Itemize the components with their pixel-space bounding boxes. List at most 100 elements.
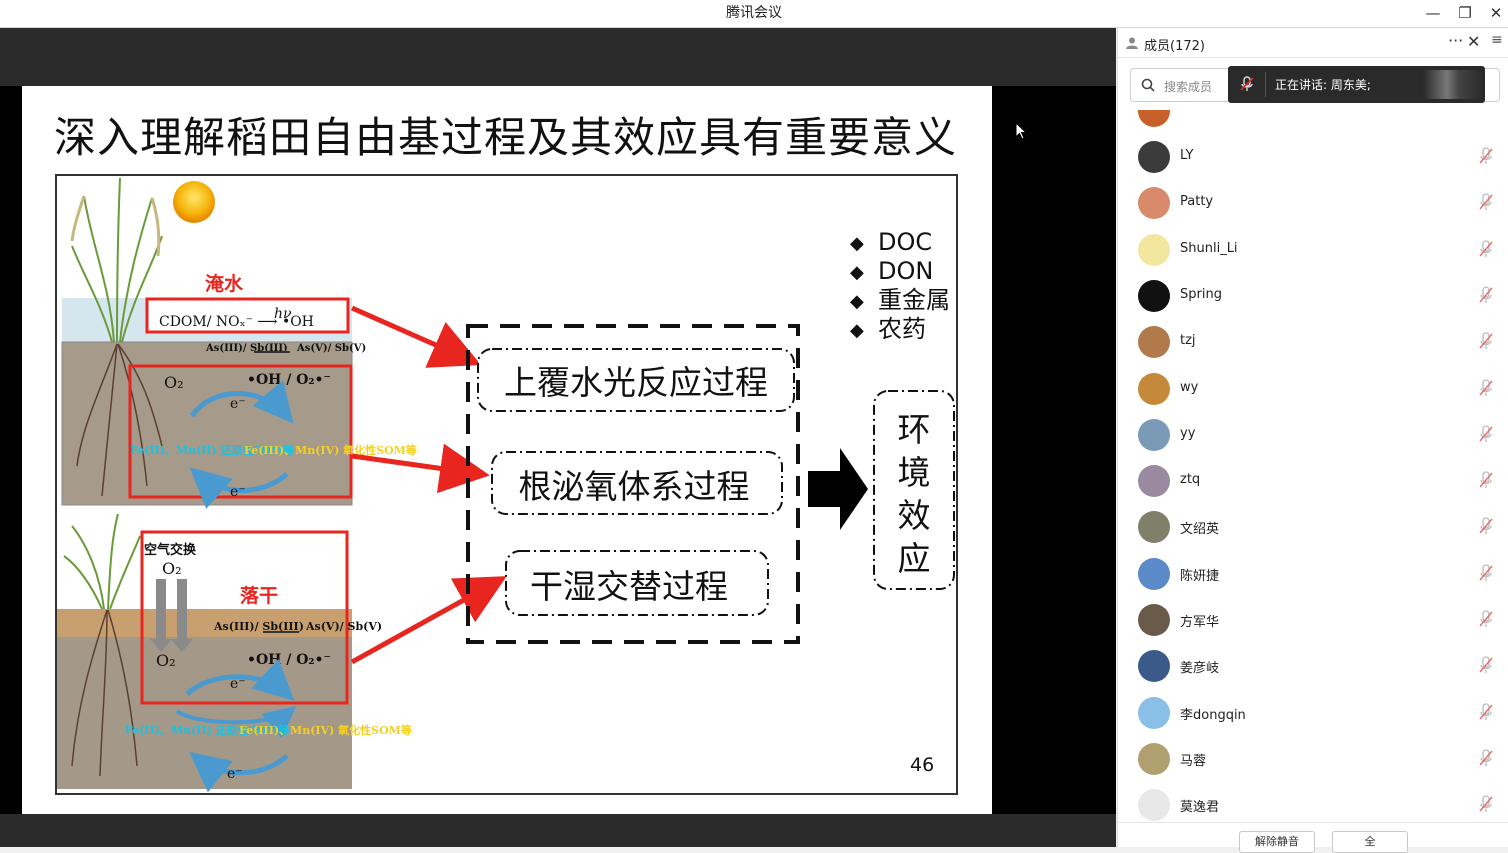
avatar — [1138, 742, 1170, 775]
as-sb-oxidized-lower: As(V)/ Sb(V) — [305, 620, 382, 633]
panel-menu-button[interactable]: ≡ — [1491, 32, 1503, 48]
unmute-all-button[interactable]: 解除静音 — [1239, 831, 1315, 853]
mic-muted-icon[interactable] — [1478, 286, 1494, 308]
member-row[interactable]: Patty — [1118, 180, 1508, 226]
fe-mn-oxidized-lower: Fe(III)、Mn(IV) 氧化性SOM等 — [239, 723, 412, 737]
member-row[interactable]: tzj — [1118, 319, 1508, 365]
member-row[interactable]: Spring — [1118, 273, 1508, 319]
speaking-waveform-icon — [1423, 70, 1483, 99]
mic-muted-icon[interactable] — [1478, 656, 1494, 678]
member-name: Spring — [1180, 286, 1222, 302]
member-row[interactable]: Shunli_Li — [1118, 227, 1508, 273]
member-name: 方军华 — [1180, 615, 1220, 630]
mic-muted-icon[interactable] — [1478, 795, 1494, 817]
air-exchange-label: 空气交换 — [144, 542, 197, 558]
o2-label-upper: O₂ — [164, 373, 184, 392]
page-number: 46 — [910, 754, 934, 776]
member-name: Patty — [1180, 194, 1214, 210]
avatar — [1138, 557, 1170, 590]
electron-label-upper-1: e⁻ — [230, 396, 246, 412]
stage-left-border — [0, 86, 22, 814]
mic-muted-icon[interactable] — [1478, 471, 1494, 493]
member-row[interactable]: ztq — [1118, 458, 1508, 504]
member-row[interactable]: 方军华 — [1118, 597, 1508, 643]
member-name: Shunli_Li — [1180, 240, 1238, 256]
member-row[interactable]: yy — [1118, 412, 1508, 458]
avatar — [1138, 326, 1170, 359]
mic-muted-icon[interactable] — [1478, 147, 1494, 169]
stage-top-band — [0, 28, 1116, 86]
avatar — [1138, 650, 1170, 683]
fe-mn-oxidized-upper: Fe(III)、Mn(IV) 氧化性SOM等 — [244, 443, 417, 457]
member-row[interactable]: 陈妍捷 — [1118, 551, 1508, 597]
electron-label-lower-2: e⁻ — [227, 766, 243, 782]
rice-plant-lower — [63, 513, 141, 610]
member-name: tzj — [1180, 333, 1196, 349]
mic-muted-icon[interactable] — [1478, 425, 1494, 447]
member-row[interactable]: 马蓉 — [1118, 736, 1508, 782]
member-row[interactable]: 姜彦岐 — [1118, 643, 1508, 689]
mic-muted-icon[interactable] — [1478, 193, 1494, 215]
member-row[interactable]: LY — [1118, 134, 1508, 180]
member-row[interactable]: 李dongqin — [1118, 690, 1508, 736]
o2-label-lower: O₂ — [156, 651, 176, 670]
effect-char-3: 效 — [898, 496, 931, 535]
member-row[interactable]: wy — [1118, 366, 1508, 412]
bullet-heavy-metal: 重金属 — [878, 286, 950, 314]
window-title: 腾讯会议 — [726, 5, 782, 21]
member-row[interactable]: 莫逸君 — [1118, 782, 1508, 822]
process-3-label: 干湿交替过程 — [530, 567, 728, 606]
mic-muted-icon[interactable] — [1478, 610, 1494, 632]
member-row-partial[interactable] — [1118, 110, 1508, 134]
mic-muted-icon[interactable] — [1478, 378, 1494, 401]
process-1-label: 上覆水光反应过程 — [504, 363, 768, 402]
avatar — [1138, 110, 1170, 127]
effect-char-1: 环 — [898, 410, 931, 449]
member-name: ztq — [1180, 472, 1201, 488]
flood-label: 淹水 — [205, 272, 244, 295]
panel-bottom-bar: 解除静音 全 — [1118, 822, 1508, 853]
member-name: 李dongqin — [1180, 707, 1246, 723]
mic-muted-icon[interactable] — [1478, 517, 1494, 539]
avatar — [1138, 511, 1170, 544]
shared-screen: 深入理解稻田自由基过程及其效应具有重要意义 淹水 落干 CDOM/ NOₓ⁻ ⟶… — [0, 28, 1116, 847]
stage-bottom-band — [0, 814, 1116, 847]
close-panel-button[interactable]: ✕ — [1467, 32, 1480, 51]
avatar — [1138, 279, 1170, 312]
hv-label: hν — [274, 306, 292, 322]
toast-separator — [1265, 72, 1266, 97]
member-row[interactable]: 文绍英 — [1118, 504, 1508, 550]
effect-char-4: 应 — [898, 539, 931, 578]
mic-muted-icon[interactable] — [1478, 749, 1494, 771]
mic-muted-icon — [1240, 76, 1254, 91]
avatar — [1138, 233, 1170, 266]
search-placeholder: 搜索成员 — [1164, 80, 1213, 94]
members-panel-header: 成员(172) ··· ✕ ≡ — [1118, 28, 1508, 58]
restore-button[interactable]: ❐ — [1452, 2, 1478, 24]
member-name: 姜彦岐 — [1180, 661, 1220, 677]
more-options-button[interactable]: ··· — [1448, 31, 1463, 50]
arrow-to-process-2 — [351, 443, 490, 494]
members-count-title: 成员(172) — [1144, 39, 1205, 54]
bullet-doc: DOC — [878, 228, 932, 256]
person-icon — [1126, 37, 1138, 49]
dry-label: 落干 — [240, 584, 278, 607]
mic-muted-icon[interactable] — [1478, 332, 1494, 354]
sun-icon — [173, 181, 215, 223]
title-bar: 腾讯会议 — ❐ ✕ — [0, 0, 1508, 28]
minimize-button[interactable]: — — [1420, 2, 1446, 24]
avatar — [1138, 141, 1170, 173]
member-name: yy — [1180, 425, 1196, 441]
close-button[interactable]: ✕ — [1483, 2, 1508, 24]
speaking-text: 正在讲话: 周东美; — [1275, 78, 1371, 92]
all-members-button[interactable]: 全 — [1332, 831, 1408, 853]
avatar — [1138, 696, 1170, 729]
effect-char-2: 境 — [898, 453, 931, 492]
mic-muted-icon[interactable] — [1478, 239, 1494, 262]
bullet-mark: ◆ — [850, 320, 864, 341]
mic-muted-icon[interactable] — [1478, 702, 1494, 725]
bullet-mark: ◆ — [850, 291, 864, 312]
mic-muted-icon[interactable] — [1478, 564, 1494, 586]
avatar — [1138, 418, 1170, 451]
electron-label-upper-2: e⁻ — [230, 484, 246, 500]
